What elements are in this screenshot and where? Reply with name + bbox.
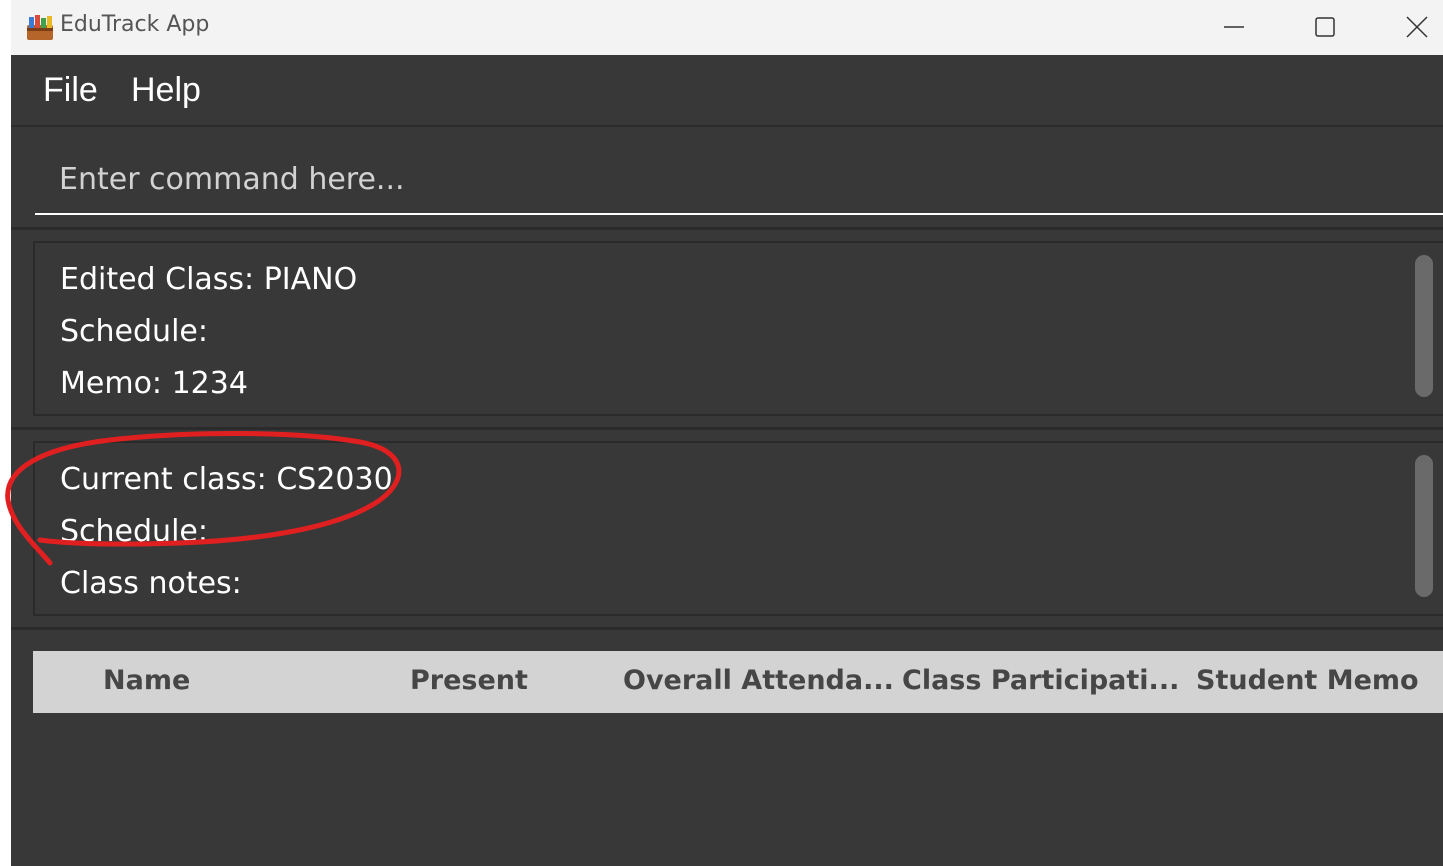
class-schedule-label: Schedule:	[60, 514, 208, 549]
column-header-name[interactable]: Name	[103, 665, 190, 696]
window-title: EduTrack App	[60, 12, 210, 37]
menu-help[interactable]: Help	[131, 71, 201, 110]
maximize-button[interactable]	[1281, 0, 1371, 55]
result-line: Memo: 1234	[60, 366, 248, 401]
column-header-student-memo[interactable]: Student Memo	[1196, 665, 1419, 696]
maximize-icon	[1315, 17, 1335, 37]
class-notes-label: Class notes:	[60, 566, 242, 601]
result-scrollbar[interactable]	[1415, 255, 1433, 397]
title-bar[interactable]: EduTrack App	[11, 0, 1443, 55]
minimize-button[interactable]	[1190, 0, 1280, 55]
close-icon	[1406, 16, 1428, 38]
current-class-panel[interactable]: Current class: CS2030 Schedule: Class no…	[33, 441, 1443, 616]
column-header-present[interactable]: Present	[410, 665, 528, 696]
minimize-icon	[1224, 26, 1244, 28]
column-header-overall-attendance[interactable]: Overall Attenda...	[623, 665, 894, 696]
result-line: Schedule:	[60, 314, 208, 349]
command-box-area	[11, 127, 1443, 230]
app-window: EduTrack App File Help Edited Class: PIA…	[11, 0, 1443, 866]
command-input[interactable]	[35, 145, 1443, 215]
student-table-header: Name Present Overall Attenda... Class Pa…	[33, 651, 1443, 713]
books-app-icon	[25, 13, 55, 41]
close-button[interactable]	[1373, 0, 1443, 55]
menu-bar: File Help	[11, 55, 1443, 127]
divider	[11, 427, 1443, 430]
class-panel-scrollbar[interactable]	[1415, 455, 1433, 597]
result-line: Edited Class: PIANO	[60, 262, 358, 297]
divider	[11, 627, 1443, 630]
current-class-label: Current class: CS2030	[60, 462, 393, 497]
menu-file[interactable]: File	[43, 71, 98, 110]
column-header-class-participation[interactable]: Class Participati...	[902, 665, 1179, 696]
result-display[interactable]: Edited Class: PIANO Schedule: Memo: 1234	[33, 241, 1443, 416]
